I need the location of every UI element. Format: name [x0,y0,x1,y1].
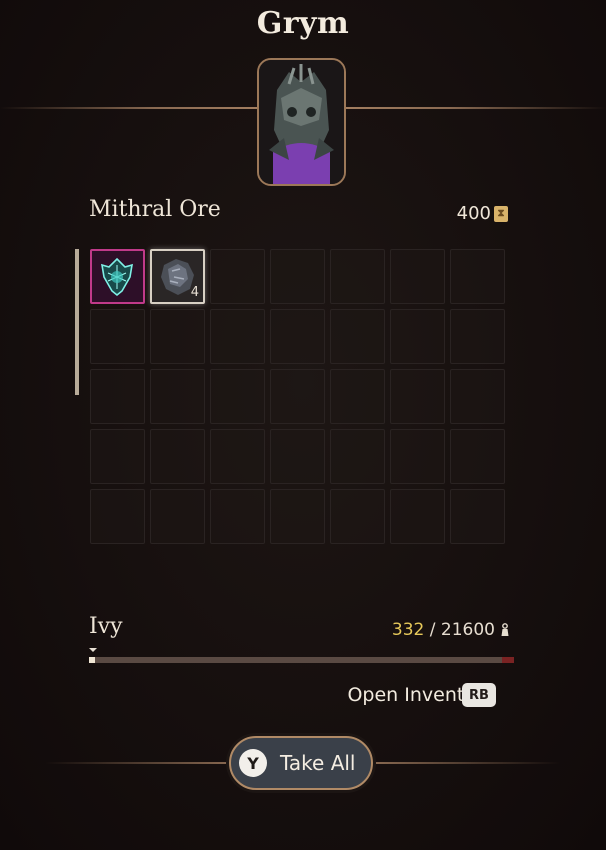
weight-max: 21600 [440,620,495,640]
grid-slot[interactable] [330,249,385,304]
container-item-grid: 4 [90,249,505,544]
grid-slot[interactable] [330,489,385,544]
grid-slot[interactable] [90,249,145,304]
grid-slot[interactable] [390,429,445,484]
grid-slot[interactable] [330,309,385,364]
grid-slot[interactable] [210,249,265,304]
grid-slot[interactable] [90,429,145,484]
weight-current: 332 [391,620,425,640]
grid-scrollbar[interactable] [75,249,79,395]
header-divider-right [346,107,606,109]
weight-icon [501,623,509,636]
take-all-divider-left [45,762,235,764]
grid-slot[interactable] [90,369,145,424]
y-key-badge: Y [239,749,267,777]
grid-slot[interactable] [210,309,265,364]
grid-slot[interactable] [150,489,205,544]
grid-slot[interactable] [270,369,325,424]
grid-slot[interactable] [210,369,265,424]
glowing-heart-relic-icon [92,251,143,302]
weight-bar [89,657,514,663]
grid-slot[interactable] [450,489,505,544]
weight-bar-marker [89,648,97,652]
item-quantity: 4 [190,285,199,300]
grid-slot[interactable] [330,429,385,484]
character-name: Ivy [89,614,123,639]
container-title: Grym [256,6,350,41]
grid-slot[interactable] [330,369,385,424]
grid-slot[interactable] [390,249,445,304]
grid-slot[interactable] [90,489,145,544]
grid-slot[interactable] [390,489,445,544]
grid-slot[interactable] [150,429,205,484]
grid-slot[interactable] [150,309,205,364]
grid-slot[interactable] [270,249,325,304]
take-all-divider-right [370,762,560,764]
grid-slot[interactable] [390,309,445,364]
grym-portrait-icon [259,60,344,184]
grid-slot[interactable] [150,369,205,424]
grid-slot[interactable] [450,309,505,364]
header-divider-left [0,107,258,109]
grid-slot[interactable] [270,429,325,484]
weight-bar-overload-zone [502,657,514,663]
selected-item-name: Mithral Ore [89,197,221,222]
item-value-amount: 400 [456,203,491,224]
grid-slot[interactable] [210,489,265,544]
rb-key-badge: RB [462,683,496,707]
container-portrait [257,58,346,186]
grid-slot[interactable] [270,489,325,544]
weight-bar-fill [89,657,96,663]
take-all-button[interactable]: Y Take All [229,736,373,790]
selected-item-value: 400 ⧗ [457,203,508,224]
carry-weight: 332 / 21600 [392,620,510,640]
grid-slot[interactable] [270,309,325,364]
grid-slot[interactable] [390,369,445,424]
grid-slot[interactable] [450,249,505,304]
grid-slot[interactable] [210,429,265,484]
grid-slot[interactable] [450,369,505,424]
grid-slot[interactable]: 4 [150,249,205,304]
gold-coin-icon: ⧗ [494,205,508,222]
weight-separator: / [429,620,436,640]
grid-slot[interactable] [450,429,505,484]
grid-slot[interactable] [90,309,145,364]
take-all-label: Take All [280,751,356,775]
